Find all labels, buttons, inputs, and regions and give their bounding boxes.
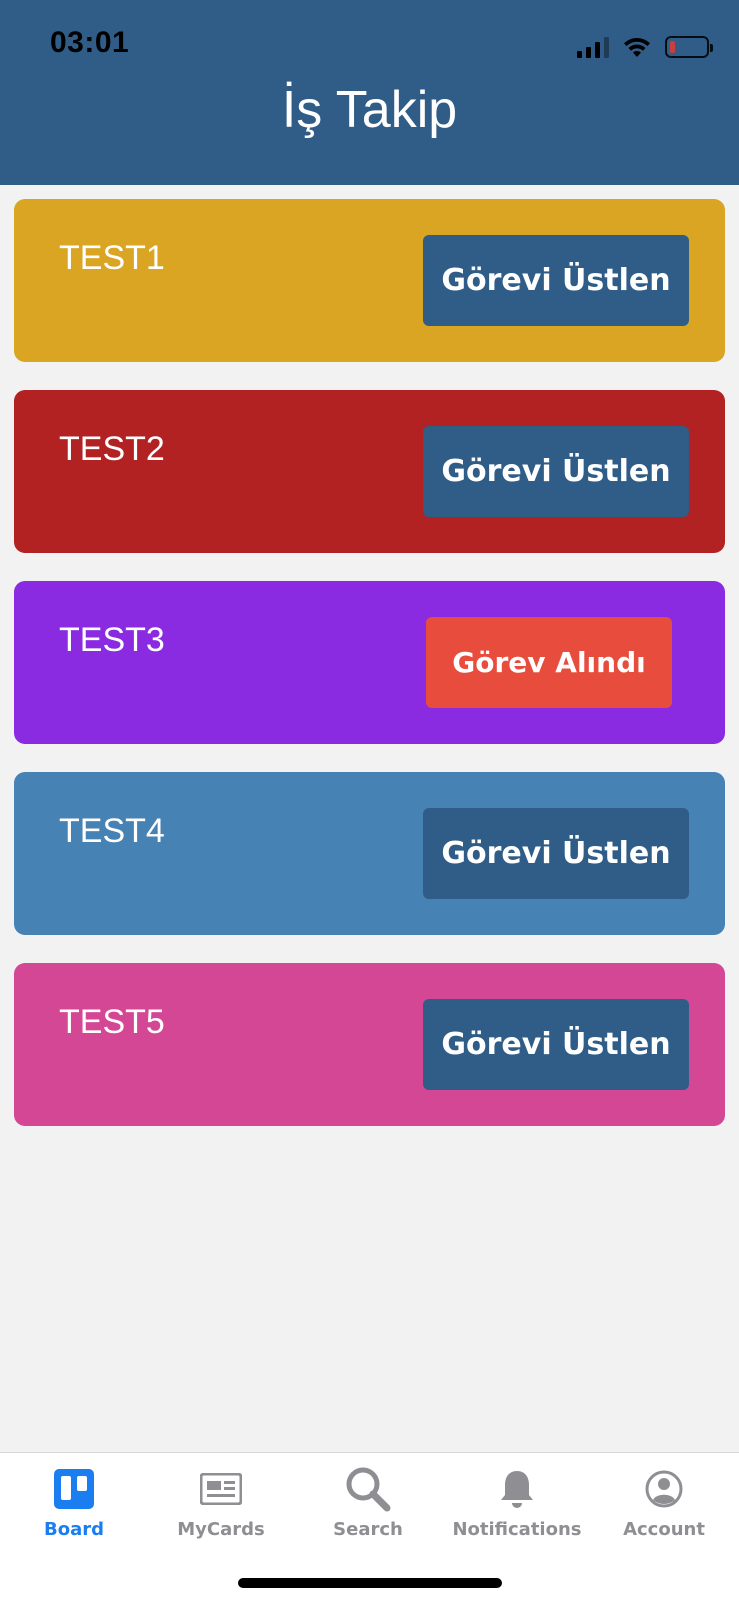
tab-account[interactable]: Account xyxy=(590,1465,738,1540)
tab-search[interactable]: Search xyxy=(294,1465,442,1540)
account-icon xyxy=(590,1465,738,1513)
tab-label: MyCards xyxy=(177,1519,265,1540)
search-icon xyxy=(294,1465,442,1513)
status-icons xyxy=(577,30,713,58)
card-title: TEST4 xyxy=(59,812,165,850)
app-screen: 03:01 İş Takip TEST1 Görevi Üstlen TEST2… xyxy=(0,0,739,1600)
tab-mycards[interactable]: MyCards xyxy=(147,1465,295,1540)
wifi-icon xyxy=(624,37,650,57)
card-title: TEST5 xyxy=(59,1003,165,1041)
home-indicator xyxy=(238,1578,502,1588)
task-card[interactable]: TEST3 Görev Alındı xyxy=(14,581,725,744)
claim-task-button[interactable]: Görevi Üstlen xyxy=(423,235,689,326)
task-card[interactable]: TEST5 Görevi Üstlen xyxy=(14,963,725,1126)
tab-label: Notifications xyxy=(452,1519,582,1540)
header-bar: 03:01 İş Takip xyxy=(0,0,739,185)
task-card[interactable]: TEST4 Görevi Üstlen xyxy=(14,772,725,935)
tab-board[interactable]: Board xyxy=(0,1465,148,1540)
claim-task-button[interactable]: Görevi Üstlen xyxy=(423,426,689,517)
task-taken-button[interactable]: Görev Alındı xyxy=(426,617,672,708)
tab-label: Account xyxy=(623,1519,705,1540)
status-time: 03:01 xyxy=(50,26,130,59)
card-list: TEST1 Görevi Üstlen TEST2 Görevi Üstlen … xyxy=(14,199,725,1154)
tab-notifications[interactable]: Notifications xyxy=(443,1465,591,1540)
tab-label: Board xyxy=(44,1519,104,1540)
cards-icon xyxy=(147,1465,295,1513)
card-title: TEST3 xyxy=(59,621,165,659)
board-icon xyxy=(0,1465,148,1513)
bell-icon xyxy=(443,1465,591,1513)
task-card[interactable]: TEST2 Görevi Üstlen xyxy=(14,390,725,553)
tab-label: Search xyxy=(333,1519,403,1540)
signal-icon xyxy=(577,36,609,58)
battery-icon xyxy=(665,36,713,58)
page-title: İş Takip xyxy=(281,81,458,139)
task-card[interactable]: TEST1 Görevi Üstlen xyxy=(14,199,725,362)
claim-task-button[interactable]: Görevi Üstlen xyxy=(423,999,689,1090)
card-title: TEST2 xyxy=(59,430,165,468)
claim-task-button[interactable]: Görevi Üstlen xyxy=(423,808,689,899)
card-title: TEST1 xyxy=(59,239,165,277)
